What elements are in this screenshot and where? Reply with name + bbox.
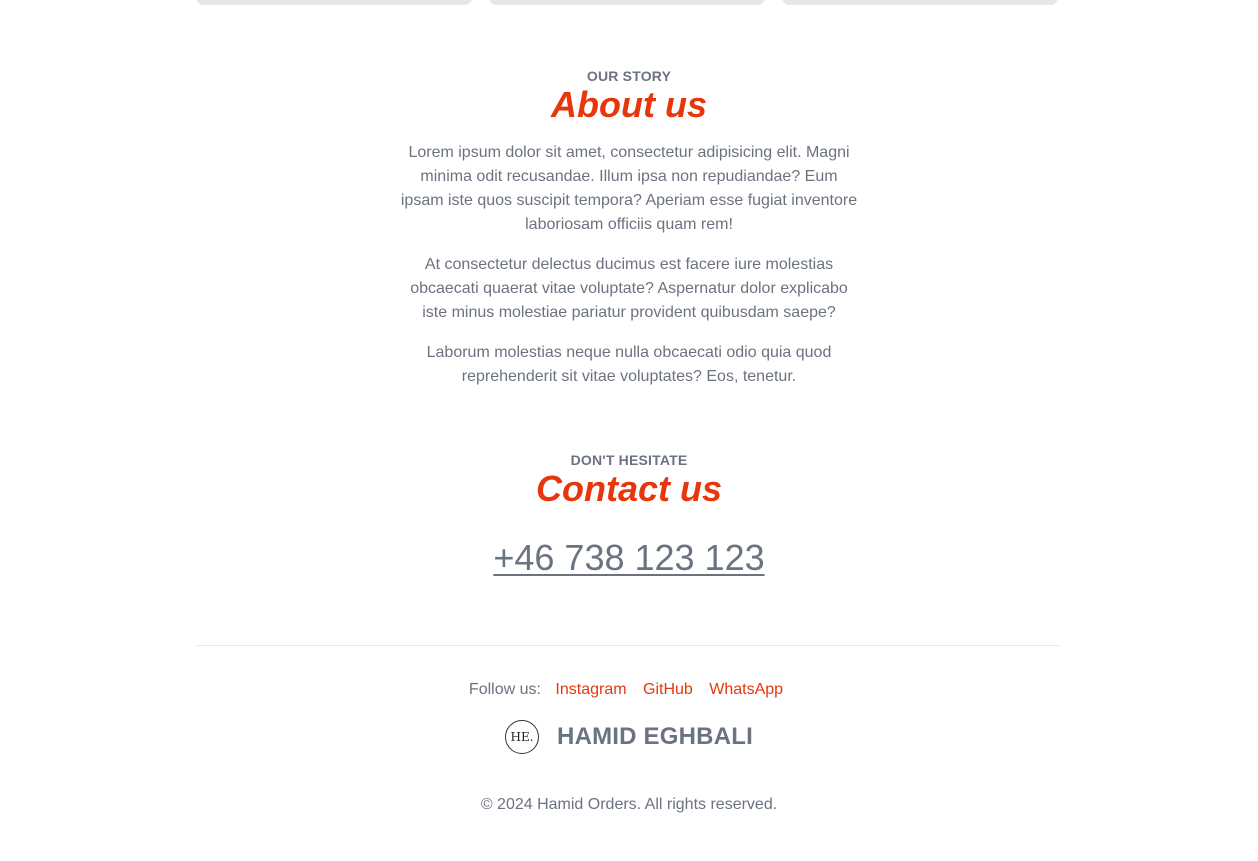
product-card[interactable] — [489, 0, 765, 5]
footer-brand[interactable]: HE. HAMID EGHBALI — [0, 720, 1258, 754]
about-paragraph: At consectetur delectus ducimus est face… — [410, 256, 848, 321]
about-heading: About us — [551, 84, 707, 125]
github-link[interactable]: GitHub — [643, 681, 693, 698]
product-card[interactable] — [196, 0, 472, 5]
brand-name: HAMID EGHBALI — [557, 723, 753, 750]
contact-heading: Contact us — [535, 468, 722, 509]
about-eyebrow: OUR STORY — [586, 68, 672, 84]
follow-links: Follow us: Instagram GitHub WhatsApp — [0, 679, 1258, 701]
footer-divider — [196, 645, 1059, 646]
brand-logo: HE. — [505, 720, 540, 754]
contact-eyebrow: DON'T HESITATE — [570, 452, 688, 468]
product-cards-row — [196, 0, 1059, 5]
copyright-text: © 2024 Hamid Orders. All rights reserved… — [480, 796, 778, 813]
instagram-link[interactable]: Instagram — [555, 681, 626, 698]
product-card[interactable] — [782, 0, 1058, 5]
about-paragraph: Laborum molestias neque nulla obcaecati … — [426, 344, 832, 385]
contact-section: DON'T HESITATE Contact us +46 738 123 12… — [0, 452, 1258, 578]
phone-link[interactable]: +46 738 123 123 — [493, 538, 764, 578]
about-section: OUR STORY About us Lorem ipsum dolor sit… — [0, 68, 1258, 405]
follow-label: Follow us: — [468, 681, 541, 698]
about-paragraph: Lorem ipsum dolor sit amet, consectetur … — [400, 144, 858, 233]
about-body: Lorem ipsum dolor sit amet, consectetur … — [399, 141, 859, 389]
whatsapp-link[interactable]: WhatsApp — [709, 681, 783, 698]
